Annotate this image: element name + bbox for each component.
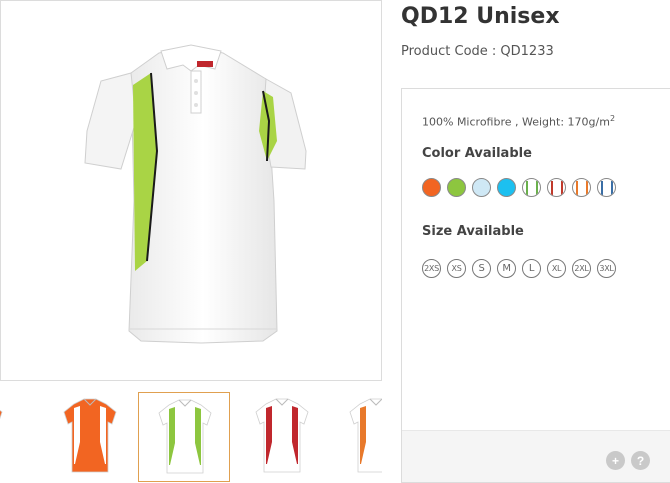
- help-button[interactable]: ?: [631, 451, 650, 470]
- thumbnail-shirt-body: [0, 409, 3, 420]
- thumbnail-orange-back[interactable]: [44, 392, 136, 482]
- swatch-stripe: [586, 181, 588, 196]
- fabric-spec-text: 100% Microfibre , Weight: 170g/m: [422, 115, 610, 129]
- thumbnail-orange[interactable]: [0, 392, 22, 482]
- thumbnail-white-red[interactable]: [236, 392, 328, 482]
- thumbnail-shirt-image: [158, 399, 212, 474]
- size-option-2xl[interactable]: 2XL: [572, 259, 591, 278]
- color-swatch-sky-blue[interactable]: [497, 178, 516, 197]
- color-swatch-lime-green[interactable]: [447, 178, 466, 197]
- panel-footer: + ?: [402, 430, 670, 482]
- thumbnail-shirt-body: [158, 399, 212, 474]
- thumbnail-white-lime[interactable]: [138, 392, 230, 482]
- thumbnail-shirt-body: [63, 398, 117, 473]
- swatch-stripe: [526, 181, 528, 196]
- thumbnail-white-orange[interactable]: [330, 392, 382, 482]
- polo-shirt-image: [84, 44, 307, 344]
- swatch-stripe: [601, 181, 603, 196]
- thumbnail-shirt-image: [349, 398, 382, 473]
- size-heading: Size Available: [422, 224, 524, 239]
- fabric-spec-superscript: 2: [609, 114, 616, 123]
- color-heading: Color Available: [422, 146, 532, 161]
- size-option-m[interactable]: M: [497, 259, 516, 278]
- product-code: Product Code : QD1233: [401, 44, 554, 59]
- color-swatch-white-with-green[interactable]: [522, 178, 541, 197]
- thumbnail-shirt-body: [255, 398, 309, 473]
- size-option-l[interactable]: L: [522, 259, 541, 278]
- product-info-panel: 100% Microfibre , Weight: 170g/m2 Color …: [401, 88, 670, 483]
- thumbnail-shirt-image: [255, 398, 309, 473]
- swatch-stripe: [561, 181, 563, 196]
- add-button[interactable]: +: [606, 451, 625, 470]
- size-option-xs[interactable]: XS: [447, 259, 466, 278]
- main-product-image[interactable]: [0, 0, 382, 381]
- swatch-stripe: [576, 181, 578, 196]
- color-swatch-light-blue[interactable]: [472, 178, 491, 197]
- size-option-s[interactable]: S: [472, 259, 491, 278]
- swatch-stripe: [536, 181, 538, 196]
- size-option-2xs[interactable]: 2XS: [422, 259, 441, 278]
- product-title: QD12 Unisex: [401, 4, 560, 29]
- thumbnail-shirt-image: [63, 398, 117, 473]
- thumbnail-shirt-image: [0, 409, 3, 420]
- size-option-xl[interactable]: XL: [547, 259, 566, 278]
- swatch-stripe: [551, 181, 553, 196]
- color-swatch-orange[interactable]: [422, 178, 441, 197]
- color-swatch-white-with-blue[interactable]: [597, 178, 616, 197]
- size-option-3xl[interactable]: 3XL: [597, 259, 616, 278]
- thumbnail-strip: [0, 390, 382, 483]
- color-swatch-white-with-orange[interactable]: [572, 178, 591, 197]
- color-swatch-white-with-red[interactable]: [547, 178, 566, 197]
- swatch-stripe: [611, 181, 613, 196]
- fabric-spec: 100% Microfibre , Weight: 170g/m2: [422, 114, 615, 129]
